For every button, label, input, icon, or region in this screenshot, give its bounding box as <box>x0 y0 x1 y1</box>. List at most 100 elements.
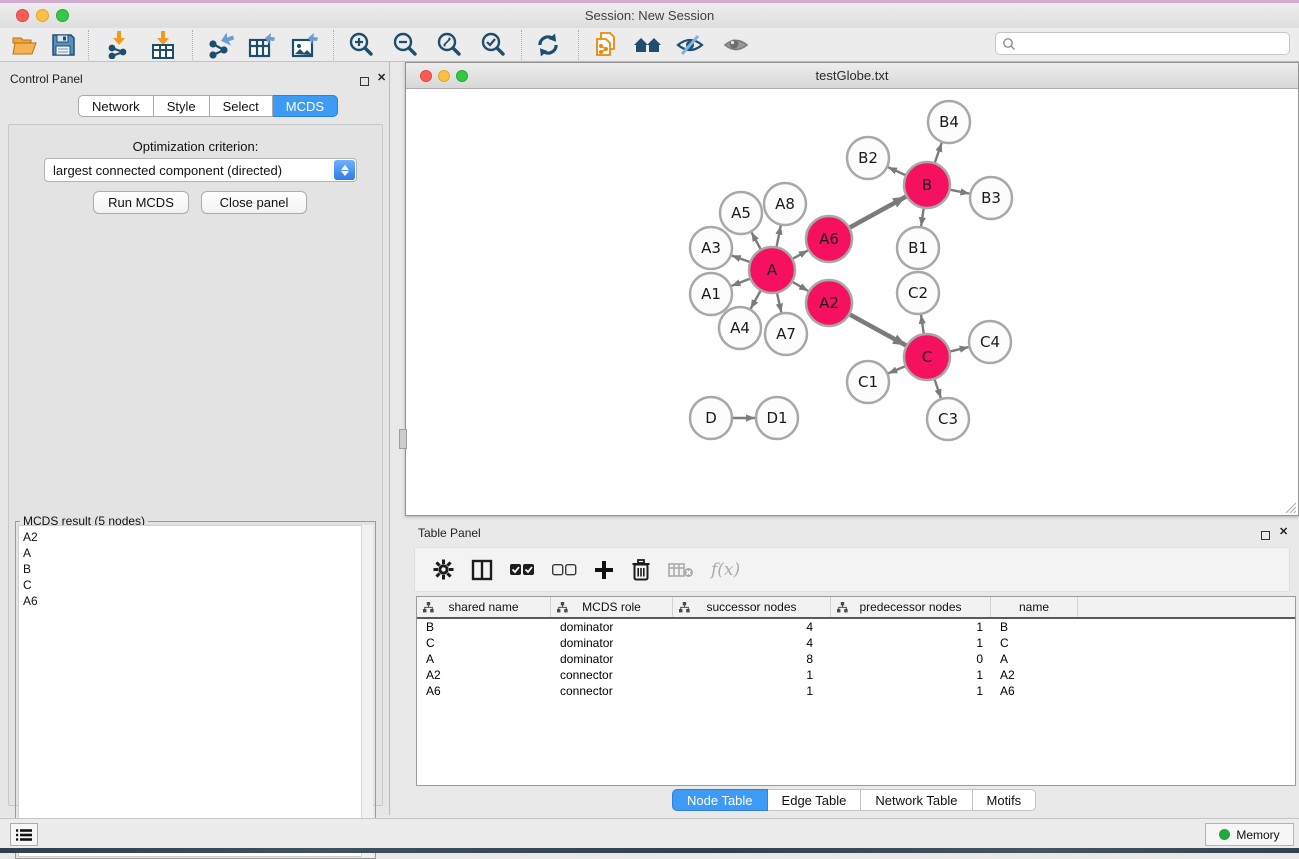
table-cell[interactable]: 1 <box>831 667 991 683</box>
close-panel-icon[interactable]: ✕ <box>377 73 386 84</box>
mcds-result-item[interactable]: A <box>23 545 362 561</box>
resize-grip-icon[interactable] <box>1283 500 1296 513</box>
show-eye-icon[interactable] <box>721 31 751 59</box>
table-cell[interactable]: connector <box>551 667 673 683</box>
minimize-traffic-light[interactable] <box>438 70 450 82</box>
table-cell[interactable]: C <box>991 635 1078 651</box>
graph-edge-B-B4[interactable] <box>935 143 942 163</box>
table-cell[interactable]: 4 <box>673 619 831 635</box>
table-cell[interactable]: 8 <box>673 651 831 667</box>
zoom-traffic-light[interactable] <box>56 9 69 22</box>
network-canvas[interactable]: AA5A8A3A1A4A7A6A2BB2B4B3B1CC2C4C1C3DD1 <box>406 89 1298 515</box>
mcds-result-item[interactable]: A2 <box>23 529 362 545</box>
open-session-icon[interactable] <box>10 31 40 59</box>
search-input[interactable] <box>1016 35 1289 53</box>
table-cell[interactable]: dominator <box>551 619 673 635</box>
tab-style[interactable]: Style <box>154 95 210 117</box>
copy-network-icon[interactable] <box>591 31 621 59</box>
graph-edge-A-A5[interactable] <box>752 232 761 249</box>
graph-edge-A-A7[interactable] <box>777 293 781 312</box>
graph-edge-B-B2[interactable] <box>888 167 905 175</box>
float-panel-icon[interactable] <box>360 73 369 91</box>
mcds-result-item[interactable]: B <box>23 561 362 577</box>
home-icon[interactable] <box>633 31 663 59</box>
table-cell[interactable]: dominator <box>551 635 673 651</box>
table-cell[interactable]: 4 <box>673 635 831 651</box>
settings-gear-icon[interactable] <box>433 559 454 580</box>
zoom-out-icon[interactable] <box>390 31 420 59</box>
column-header-shared-name[interactable]: shared name <box>417 597 551 617</box>
table-cell[interactable]: A6 <box>991 683 1078 699</box>
close-panel-button[interactable]: Close panel <box>201 191 307 214</box>
tab-edge-table[interactable]: Edge Table <box>768 789 862 811</box>
minimize-traffic-light[interactable] <box>36 9 49 22</box>
table-cell[interactable]: A2 <box>417 667 551 683</box>
export-image-icon[interactable] <box>290 31 320 59</box>
import-network-icon[interactable] <box>104 31 134 59</box>
graph-edge-C-C3[interactable] <box>935 380 941 398</box>
zoom-selected-icon[interactable] <box>478 31 508 59</box>
column-header-successor-nodes[interactable]: successor nodes <box>673 597 831 617</box>
select-all-icon[interactable] <box>510 564 535 576</box>
optimization-criterion-dropdown[interactable]: largest connected component (directed) <box>44 158 357 182</box>
column-header-name[interactable]: name <box>991 597 1078 617</box>
deselect-all-icon[interactable] <box>552 564 577 576</box>
table-cell[interactable]: 1 <box>831 683 991 699</box>
table-cell[interactable]: A <box>417 651 551 667</box>
graph-edge-A-A4[interactable] <box>751 291 761 309</box>
memory-button[interactable]: Memory <box>1205 823 1294 846</box>
table-cell[interactable]: A6 <box>417 683 551 699</box>
tab-network-table[interactable]: Network Table <box>861 789 972 811</box>
zoom-in-icon[interactable] <box>346 31 376 59</box>
table-cell[interactable]: 1 <box>831 619 991 635</box>
graph-edge-A-A1[interactable] <box>731 279 749 286</box>
table-row[interactable]: Bdominator41B <box>417 619 1295 635</box>
dropdown-stepper-icon[interactable] <box>334 160 355 180</box>
graph-edge-A-A8[interactable] <box>777 226 781 247</box>
graph-edge-B-B3[interactable] <box>951 190 970 194</box>
table-row[interactable]: Adominator80A <box>417 651 1295 667</box>
add-column-icon[interactable] <box>594 560 614 580</box>
table-cell[interactable]: B <box>991 619 1078 635</box>
table-row[interactable]: Cdominator41C <box>417 635 1295 651</box>
column-header-mcds-role[interactable]: MCDS role <box>551 597 673 617</box>
table-cell[interactable]: connector <box>551 683 673 699</box>
zoom-fit-icon[interactable] <box>434 31 464 59</box>
graph-edge-C-C1[interactable] <box>888 366 905 373</box>
zoom-traffic-light[interactable] <box>456 70 468 82</box>
table-cell[interactable]: 1 <box>673 683 831 699</box>
delete-column-trash-icon[interactable] <box>631 559 651 581</box>
mcds-result-list[interactable]: A2ABCA6 <box>18 525 363 857</box>
close-traffic-light[interactable] <box>420 70 432 82</box>
graph-edge-A-A6[interactable] <box>793 250 808 258</box>
tab-mcds[interactable]: MCDS <box>273 95 338 117</box>
graph-edge-A-A2[interactable] <box>793 282 808 291</box>
node-table[interactable]: shared name MCDS role successor nodes pr… <box>416 596 1296 786</box>
table-cell[interactable]: C <box>417 635 551 651</box>
graph-edge-A6-B[interactable] <box>850 197 906 228</box>
show-columns-icon[interactable] <box>471 559 493 581</box>
export-network-icon[interactable] <box>205 31 235 59</box>
table-cell[interactable]: 1 <box>673 667 831 683</box>
table-row[interactable]: A2connector11A2 <box>417 667 1295 683</box>
table-cell[interactable]: dominator <box>551 651 673 667</box>
run-mcds-button[interactable]: Run MCDS <box>93 191 189 214</box>
table-cell[interactable]: 0 <box>831 651 991 667</box>
export-table-icon[interactable] <box>247 31 277 59</box>
graph-edge-B-B1[interactable] <box>921 209 923 226</box>
search-box[interactable] <box>995 32 1290 55</box>
tab-motifs[interactable]: Motifs <box>973 789 1037 811</box>
table-row[interactable]: A6connector11A6 <box>417 683 1295 699</box>
table-cell[interactable]: 1 <box>831 635 991 651</box>
tab-node-table[interactable]: Node Table <box>672 789 768 811</box>
close-traffic-light[interactable] <box>16 9 29 22</box>
mcds-result-item[interactable]: C <box>23 577 362 593</box>
column-header-predecessor-nodes[interactable]: predecessor nodes <box>831 597 991 617</box>
close-panel-icon[interactable]: ✕ <box>1279 527 1288 538</box>
graph-edge-A2-C[interactable] <box>850 315 906 346</box>
table-cell[interactable]: A <box>991 651 1078 667</box>
table-cell[interactable]: A2 <box>991 667 1078 683</box>
import-table-icon[interactable] <box>148 31 178 59</box>
tab-select[interactable]: Select <box>210 95 273 117</box>
graph-edge-A-A3[interactable] <box>732 255 750 261</box>
